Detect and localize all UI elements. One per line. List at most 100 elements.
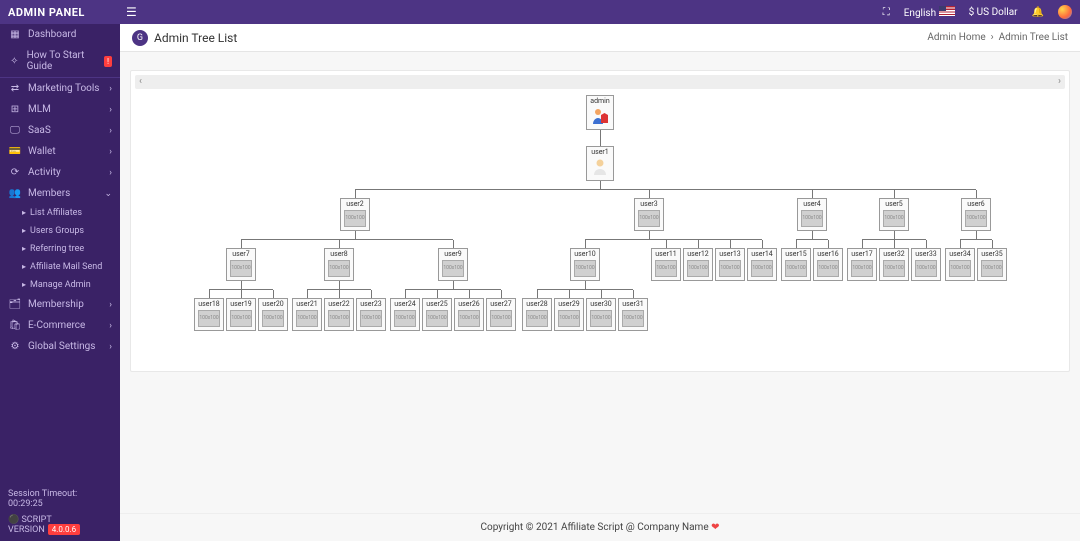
session-timeout: Session Timeout: 00:29:25 bbox=[8, 489, 112, 509]
sidebar-item-label: Dashboard bbox=[28, 29, 76, 40]
tree-node[interactable]: admin bbox=[586, 95, 614, 130]
node-label: user35 bbox=[981, 251, 1003, 258]
tree-node[interactable]: user28100x100 bbox=[522, 298, 552, 331]
sidebar-sub-affiliate-mail[interactable]: Affiliate Mail Send bbox=[0, 258, 120, 276]
chevron-right-icon: › bbox=[109, 105, 112, 115]
avatar[interactable] bbox=[1058, 5, 1072, 19]
sidebar-item-label: MLM bbox=[28, 104, 51, 115]
tree-node[interactable]: user14100x100 bbox=[747, 248, 777, 281]
sidebar-item-dashboard[interactable]: ▦Dashboard bbox=[0, 24, 120, 45]
node-label: user8 bbox=[328, 251, 350, 258]
sidebar-sub-list-affiliates[interactable]: List Affiliates bbox=[0, 204, 120, 222]
sidebar-item-saas[interactable]: 🖵SaaS› bbox=[0, 120, 120, 141]
crumb-current: Admin Tree List bbox=[999, 32, 1068, 43]
sidebar-item-mlm[interactable]: ⊞MLM› bbox=[0, 99, 120, 120]
sidebar-sub-users-groups[interactable]: Users Groups bbox=[0, 222, 120, 240]
node-label: user25 bbox=[426, 301, 448, 308]
tree-node[interactable]: user7100x100 bbox=[226, 248, 256, 281]
scroll-left-icon[interactable]: ‹ bbox=[135, 75, 146, 89]
node-label: user20 bbox=[262, 301, 284, 308]
node-label: user15 bbox=[785, 251, 807, 258]
tree-node[interactable]: user12100x100 bbox=[683, 248, 713, 281]
title-icon: G bbox=[132, 30, 148, 46]
tree-node[interactable]: user3100x100 bbox=[634, 198, 664, 231]
sidebar-item-label: Activity bbox=[28, 167, 61, 178]
tree-node[interactable]: user19100x100 bbox=[226, 298, 256, 331]
tree-node[interactable]: user8100x100 bbox=[324, 248, 354, 281]
tree-node[interactable]: user25100x100 bbox=[422, 298, 452, 331]
tree-scrollbar[interactable]: ‹ › bbox=[135, 75, 1065, 89]
tree-chart: adminuser1user2100x100user7100x100user18… bbox=[135, 95, 1065, 331]
sidebar-item-label: How To Start Guide bbox=[27, 50, 104, 72]
tree-node[interactable]: user21100x100 bbox=[292, 298, 322, 331]
crumb-home[interactable]: Admin Home bbox=[927, 32, 985, 43]
tree-node[interactable]: user16100x100 bbox=[813, 248, 843, 281]
tree-node[interactable]: user27100x100 bbox=[486, 298, 516, 331]
sidebar-item-label: Wallet bbox=[28, 146, 56, 157]
node-label: admin bbox=[590, 98, 610, 105]
lightbulb-icon: ✧ bbox=[8, 56, 21, 67]
node-label: user11 bbox=[655, 251, 677, 258]
tree-node[interactable]: user26100x100 bbox=[454, 298, 484, 331]
sidebar-item-ecommerce[interactable]: 🛍E-Commerce› bbox=[0, 315, 120, 336]
tree-node[interactable]: user22100x100 bbox=[324, 298, 354, 331]
node-label: user16 bbox=[817, 251, 839, 258]
sidebar-item-marketing[interactable]: ⇄Marketing Tools› bbox=[0, 78, 120, 99]
activity-icon: ⟳ bbox=[8, 167, 22, 178]
saas-icon: 🖵 bbox=[8, 125, 22, 136]
tree-node[interactable]: user10100x100 bbox=[570, 248, 600, 281]
node-label: user33 bbox=[915, 251, 937, 258]
settings-icon: ⚙ bbox=[8, 341, 22, 352]
node-label: user32 bbox=[883, 251, 905, 258]
node-label: user9 bbox=[442, 251, 464, 258]
sidebar-item-howto[interactable]: ✧How To Start Guide! bbox=[0, 45, 120, 77]
currency-selector[interactable]: $ US Dollar bbox=[969, 7, 1018, 18]
tree-node[interactable]: user30100x100 bbox=[586, 298, 616, 331]
tree-node[interactable]: user5100x100 bbox=[879, 198, 909, 231]
tree-node[interactable]: user20100x100 bbox=[258, 298, 288, 331]
page-title: GAdmin Tree List bbox=[132, 30, 237, 46]
sidebar-item-activity[interactable]: ⟳Activity› bbox=[0, 162, 120, 183]
tree-node[interactable]: user29100x100 bbox=[554, 298, 584, 331]
version-label: ⚫ SCRIPT VERSION bbox=[8, 515, 52, 535]
fullscreen-icon[interactable]: ⛶ bbox=[883, 7, 890, 18]
tree-node[interactable]: user11100x100 bbox=[651, 248, 681, 281]
tree-node[interactable]: user9100x100 bbox=[438, 248, 468, 281]
sidebar-item-label: Global Settings bbox=[28, 341, 95, 352]
tree-node[interactable]: user35100x100 bbox=[977, 248, 1007, 281]
sidebar-sub-manage-admin[interactable]: Manage Admin bbox=[0, 276, 120, 294]
us-flag-icon bbox=[939, 6, 955, 16]
chevron-right-icon: › bbox=[109, 342, 112, 352]
tree-node[interactable]: user17100x100 bbox=[847, 248, 877, 281]
language-selector[interactable]: English bbox=[904, 8, 936, 19]
node-label: user26 bbox=[458, 301, 480, 308]
sidebar-item-wallet[interactable]: 💳Wallet› bbox=[0, 141, 120, 162]
tree-node[interactable]: user4100x100 bbox=[797, 198, 827, 231]
tree-node[interactable]: user24100x100 bbox=[390, 298, 420, 331]
footer: Copyright © 2021 Affiliate Script @ Comp… bbox=[120, 513, 1080, 541]
scroll-right-icon[interactable]: › bbox=[1054, 75, 1065, 89]
sidebar-item-global[interactable]: ⚙ Global Settings › bbox=[0, 336, 120, 357]
sidebar-item-membership[interactable]: 🗂Membership› bbox=[0, 294, 120, 315]
tree-node[interactable]: user1 bbox=[586, 146, 614, 181]
tree-node[interactable]: user13100x100 bbox=[715, 248, 745, 281]
node-label: user23 bbox=[360, 301, 382, 308]
tree-node[interactable]: user2100x100 bbox=[340, 198, 370, 231]
sidebar-sub-referring-tree[interactable]: Referring tree bbox=[0, 240, 120, 258]
bell-icon[interactable]: 🔔 bbox=[1032, 7, 1044, 18]
node-label: user18 bbox=[198, 301, 220, 308]
menu-toggle[interactable]: ☰ bbox=[120, 5, 143, 19]
tree-node[interactable]: user6100x100 bbox=[961, 198, 991, 231]
tree-node[interactable]: user33100x100 bbox=[911, 248, 941, 281]
tree-node[interactable]: user32100x100 bbox=[879, 248, 909, 281]
tree-node[interactable]: user15100x100 bbox=[781, 248, 811, 281]
sidebar-item-members[interactable]: 👥Members⌄ bbox=[0, 183, 120, 204]
chevron-right-icon: › bbox=[109, 300, 112, 310]
membership-icon: 🗂 bbox=[8, 299, 22, 310]
tree-node[interactable]: user23100x100 bbox=[356, 298, 386, 331]
tree-node[interactable]: user31100x100 bbox=[618, 298, 648, 331]
node-label: user30 bbox=[590, 301, 612, 308]
node-label: user31 bbox=[622, 301, 644, 308]
tree-node[interactable]: user18100x100 bbox=[194, 298, 224, 331]
tree-node[interactable]: user34100x100 bbox=[945, 248, 975, 281]
